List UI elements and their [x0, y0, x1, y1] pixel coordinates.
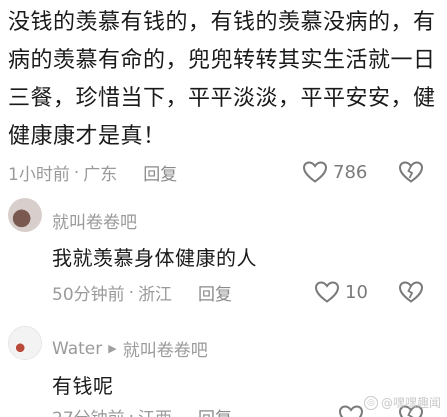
reply-username[interactable]: 就叫卷卷吧: [52, 208, 137, 233]
like-count: 10: [345, 281, 368, 303]
reply-username-name[interactable]: Water: [52, 339, 102, 359]
like-button[interactable]: 10: [314, 280, 368, 304]
right-triangle-icon: ▶: [108, 342, 117, 355]
heart-outline-icon: [338, 405, 364, 417]
main-comment-meta: 1小时前 · 广东 回复: [8, 160, 177, 186]
dislike-button[interactable]: [398, 160, 424, 188]
avatar[interactable]: [8, 198, 42, 232]
broken-heart-icon: [398, 161, 424, 183]
reply-text: 有钱呢: [52, 374, 114, 398]
comment-thread: 没钱的羡慕有钱的，有钱的羡慕没病的，有病的羡慕有命的，兜兜转转其实生活就一日三餐…: [0, 0, 447, 417]
comment-time: 27分钟前: [52, 404, 125, 417]
reply-meta: 50分钟前 · 浙江 回复: [52, 280, 232, 306]
comment-location: 江西: [138, 404, 172, 417]
comment-time: 1小时前: [8, 165, 70, 185]
dislike-button[interactable]: [398, 280, 424, 308]
reply-username: Water ▶ 就叫卷卷吧: [52, 336, 208, 362]
reply-button[interactable]: 回复: [198, 404, 232, 417]
comment-location: 浙江: [138, 285, 173, 305]
comment-time: 50分钟前: [52, 285, 125, 305]
watermark-icon: ◎: [363, 395, 378, 410]
like-button[interactable]: [338, 404, 364, 417]
avatar[interactable]: [8, 326, 42, 360]
watermark: ◎ @嘿嘿趣闻: [363, 394, 441, 411]
like-button[interactable]: 786: [302, 160, 367, 184]
like-count: 786: [333, 161, 368, 183]
comment-location: 广东: [83, 165, 118, 185]
reply-to-username[interactable]: 就叫卷卷吧: [123, 336, 208, 361]
reply-text: 我就羡慕身体健康的人: [52, 246, 257, 270]
heart-outline-icon: [302, 161, 328, 183]
main-comment-text: 没钱的羡慕有钱的，有钱的羡慕没病的，有病的羡慕有命的，兜兜转转其实生活就一日三餐…: [8, 10, 436, 149]
reply-button[interactable]: 回复: [143, 160, 177, 185]
reply-button[interactable]: 回复: [198, 280, 232, 305]
broken-heart-icon: [398, 281, 424, 303]
reply-meta: 27分钟前 · 江西 回复: [52, 404, 232, 417]
heart-outline-icon: [314, 281, 340, 303]
